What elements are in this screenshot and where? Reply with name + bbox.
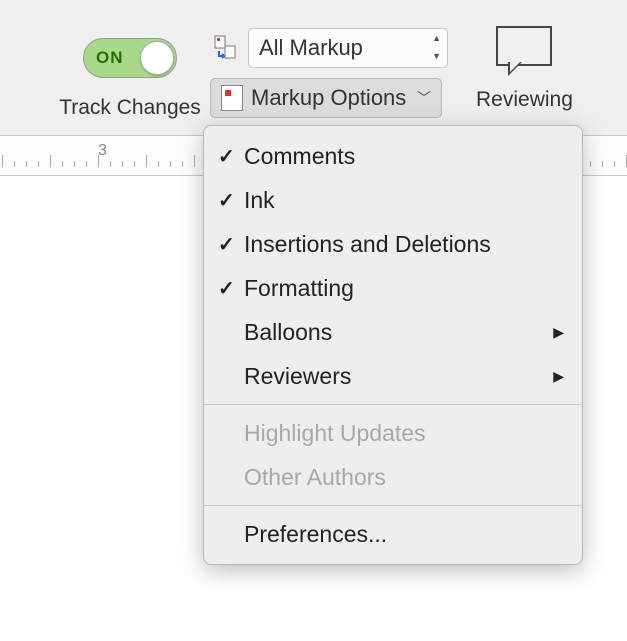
ribbon-toolbar: ON Track Changes All Markup ▲▼ [0,0,627,136]
check-icon: ✓ [218,188,244,213]
track-changes-group: ON Track Changes [40,18,220,120]
menu-item-preferences[interactable]: Preferences... [204,512,582,556]
menu-separator [204,404,582,405]
markup-group: All Markup ▲▼ Markup Options ﹀ [210,18,448,118]
menu-item-label: Formatting [244,275,354,302]
submenu-arrow-icon: ▶ [553,368,564,385]
menu-item-label: Ink [244,187,275,214]
chevron-down-icon: ﹀ [417,88,431,108]
menu-item-insertions-and-deletions[interactable]: ✓Insertions and Deletions [204,222,582,266]
toggle-knob [140,41,174,75]
menu-item-label: Highlight Updates [244,420,426,447]
submenu-arrow-icon: ▶ [553,324,564,341]
markup-options-menu: ✓Comments✓Ink✓Insertions and Deletions✓F… [203,125,583,565]
menu-item-comments[interactable]: ✓Comments [204,134,582,178]
menu-item-reviewers[interactable]: Reviewers ▶ [204,354,582,398]
comment-icon [496,26,552,66]
track-changes-label: Track Changes [59,96,201,120]
reviewing-group[interactable]: Reviewing [476,18,573,112]
menu-item-other-authors: Other Authors [204,455,582,499]
menu-item-highlight-updates: Highlight Updates [204,411,582,455]
display-for-review-icon [210,32,242,64]
page-markup-icon [221,85,243,111]
check-icon: ✓ [218,232,244,257]
menu-item-label: Other Authors [244,464,386,491]
menu-item-label: Insertions and Deletions [244,231,491,258]
reviewing-label: Reviewing [476,88,573,112]
menu-item-formatting[interactable]: ✓Formatting [204,266,582,310]
track-changes-toggle[interactable]: ON [83,38,177,78]
menu-item-balloons[interactable]: Balloons ▶ [204,310,582,354]
menu-item-label: Reviewers [244,363,351,390]
check-icon: ✓ [218,144,244,169]
markup-display-select[interactable]: All Markup ▲▼ [248,28,448,68]
markup-options-label: Markup Options [251,85,406,111]
menu-item-ink[interactable]: ✓Ink [204,178,582,222]
menu-item-label: Balloons [244,319,332,346]
stepper-icon[interactable]: ▲▼ [432,33,441,61]
check-icon: ✓ [218,276,244,301]
menu-item-label: Preferences... [244,521,387,548]
markup-display-value: All Markup [259,35,363,61]
markup-display-row: All Markup ▲▼ [210,28,448,68]
menu-separator [204,505,582,506]
menu-item-label: Comments [244,143,355,170]
markup-options-button[interactable]: Markup Options ﹀ [210,78,442,118]
toggle-on-label: ON [96,48,124,68]
